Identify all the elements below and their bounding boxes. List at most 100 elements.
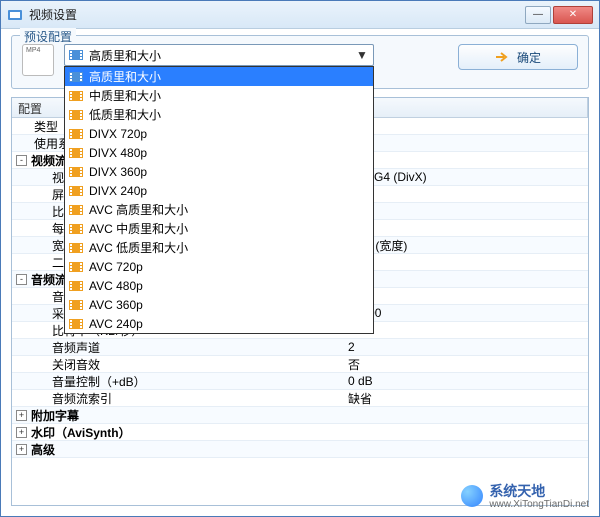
combo-option[interactable]: 高质里和大小 bbox=[65, 67, 373, 86]
table-row[interactable]: + 高级 bbox=[12, 441, 588, 458]
row-value: 2 bbox=[342, 340, 588, 354]
film-icon bbox=[69, 298, 83, 312]
expand-toggle[interactable]: - bbox=[16, 274, 27, 285]
film-icon bbox=[69, 241, 83, 255]
combo-option[interactable]: DIVX 360p bbox=[65, 162, 373, 181]
table-row[interactable]: 音频流索引 缺省 bbox=[12, 390, 588, 407]
combo-option-label: AVC 720p bbox=[89, 260, 143, 274]
row-value: 缺省 bbox=[342, 203, 588, 220]
combo-option[interactable]: AVC 720p bbox=[65, 257, 373, 276]
row-label: 附加字幕 bbox=[31, 407, 79, 424]
row-value: 缺省 bbox=[342, 390, 588, 407]
mp4-icon bbox=[22, 44, 54, 76]
table-row[interactable]: 音频声道 2 bbox=[12, 339, 588, 356]
combo-option[interactable]: DIVX 720p bbox=[65, 124, 373, 143]
combo-option-label: DIVX 720p bbox=[89, 127, 147, 141]
film-icon bbox=[69, 203, 83, 217]
film-icon bbox=[69, 222, 83, 236]
row-value: 44100 bbox=[342, 306, 588, 320]
row-label: 音频声道 bbox=[52, 339, 100, 356]
row-value: 否 bbox=[342, 356, 588, 373]
combo-option-label: AVC 480p bbox=[89, 279, 143, 293]
combo-option-label: 低质里和大小 bbox=[89, 106, 161, 123]
combo-display[interactable]: 高质里和大小 ▼ bbox=[64, 44, 374, 66]
minimize-button[interactable]: — bbox=[525, 6, 551, 24]
table-row[interactable]: 关闭音效 否 bbox=[12, 356, 588, 373]
combo-option[interactable]: AVC 240p bbox=[65, 314, 373, 333]
row-value: 缺省 bbox=[342, 186, 588, 203]
row-label: 音频流索引 bbox=[52, 390, 112, 407]
preset-combo[interactable]: 高质里和大小 ▼ 高质里和大小中质里和大小低质里和大小DIVX 720pDIVX… bbox=[64, 44, 374, 66]
app-icon bbox=[7, 7, 23, 23]
film-icon bbox=[69, 48, 83, 62]
combo-option[interactable]: AVC 480p bbox=[65, 276, 373, 295]
combo-option-label: AVC 高质里和大小 bbox=[89, 201, 188, 218]
combo-option-label: DIVX 360p bbox=[89, 165, 147, 179]
film-icon bbox=[69, 89, 83, 103]
combo-option[interactable]: AVC 中质里和大小 bbox=[65, 219, 373, 238]
combo-option[interactable]: DIVX 240p bbox=[65, 181, 373, 200]
combo-dropdown-list: 高质里和大小中质里和大小低质里和大小 DIVX 720p DIVX 480p DIVX… bbox=[64, 66, 374, 334]
combo-option[interactable]: 中质里和大小 bbox=[65, 86, 373, 105]
row-label: 类型 bbox=[34, 118, 58, 135]
combo-option-label: AVC 240p bbox=[89, 317, 143, 331]
film-icon bbox=[69, 317, 83, 331]
content: 预设配置 高质里和大小 ▼ 高质里和大小中质里和大小低质里和大小DIVX 720… bbox=[1, 29, 599, 516]
film-icon bbox=[69, 108, 83, 122]
row-value: 128 bbox=[342, 323, 588, 337]
close-button[interactable]: ✕ bbox=[553, 6, 593, 24]
film-icon bbox=[69, 127, 83, 141]
combo-option-label: 中质里和大小 bbox=[89, 87, 161, 104]
preset-group-label: 预设配置 bbox=[20, 28, 76, 45]
combo-option[interactable]: AVC 高质里和大小 bbox=[65, 200, 373, 219]
expand-toggle[interactable]: + bbox=[16, 427, 27, 438]
preset-row: 高质里和大小 ▼ 高质里和大小中质里和大小低质里和大小DIVX 720pDIVX… bbox=[22, 44, 578, 76]
combo-option[interactable]: DIVX 480p bbox=[65, 143, 373, 162]
combo-option-label: DIVX 480p bbox=[89, 146, 147, 160]
row-label: 音频流 bbox=[31, 271, 67, 288]
preset-group: 预设配置 高质里和大小 ▼ 高质里和大小中质里和大小低质里和大小DIVX 720… bbox=[11, 35, 589, 89]
row-value: 自动 (宽度) bbox=[342, 237, 588, 254]
combo-option-label: AVC 低质里和大小 bbox=[89, 239, 188, 256]
ok-button-label: 确定 bbox=[517, 49, 541, 66]
row-label: 视频流 bbox=[31, 152, 67, 169]
table-row[interactable]: + 附加字幕 bbox=[12, 407, 588, 424]
film-icon bbox=[69, 146, 83, 160]
window: 视频设置 — ✕ 预设配置 高质里和大小 ▼ 高质里和大小中质里和大小低质里和大… bbox=[0, 0, 600, 517]
row-value: AAC bbox=[342, 289, 588, 303]
combo-option[interactable]: 低质里和大小 bbox=[65, 105, 373, 124]
combo-option-label: 高质里和大小 bbox=[89, 68, 161, 85]
chevron-down-icon: ▼ bbox=[355, 48, 369, 62]
row-label: 高级 bbox=[31, 441, 55, 458]
combo-option-label: DIVX 240p bbox=[89, 184, 147, 198]
row-value: MPEG4 (DivX) bbox=[342, 170, 588, 184]
row-value: 缺省 bbox=[342, 220, 588, 237]
combo-option[interactable]: AVC 低质里和大小 bbox=[65, 238, 373, 257]
film-icon bbox=[69, 70, 83, 84]
row-label: 关闭音效 bbox=[52, 356, 100, 373]
row-value: 关闭 bbox=[342, 135, 588, 152]
expand-toggle[interactable]: + bbox=[16, 444, 27, 455]
titlebar: 视频设置 — ✕ bbox=[1, 1, 599, 29]
expand-toggle[interactable]: - bbox=[16, 155, 27, 166]
film-icon bbox=[69, 165, 83, 179]
row-value: 0 dB bbox=[342, 374, 588, 388]
combo-option-label: AVC 360p bbox=[89, 298, 143, 312]
row-label: 音量控制（+dB） bbox=[52, 373, 146, 390]
combo-option[interactable]: AVC 360p bbox=[65, 295, 373, 314]
window-buttons: — ✕ bbox=[525, 6, 593, 24]
film-icon bbox=[69, 260, 83, 274]
expand-toggle[interactable]: + bbox=[16, 410, 27, 421]
ok-button[interactable]: 确定 bbox=[458, 44, 578, 70]
table-row[interactable]: + 水印（AviSynth） bbox=[12, 424, 588, 441]
row-value: MP4 bbox=[342, 119, 588, 133]
film-icon bbox=[69, 279, 83, 293]
window-title: 视频设置 bbox=[29, 6, 525, 23]
film-icon bbox=[69, 184, 83, 198]
table-row[interactable]: 音量控制（+dB） 0 dB bbox=[12, 373, 588, 390]
combo-option-label: AVC 中质里和大小 bbox=[89, 220, 188, 237]
arrow-right-icon bbox=[495, 50, 509, 64]
col-value: 数值 bbox=[342, 98, 588, 117]
row-label: 水印（AviSynth） bbox=[31, 424, 131, 441]
combo-selected-text: 高质里和大小 bbox=[89, 47, 355, 64]
